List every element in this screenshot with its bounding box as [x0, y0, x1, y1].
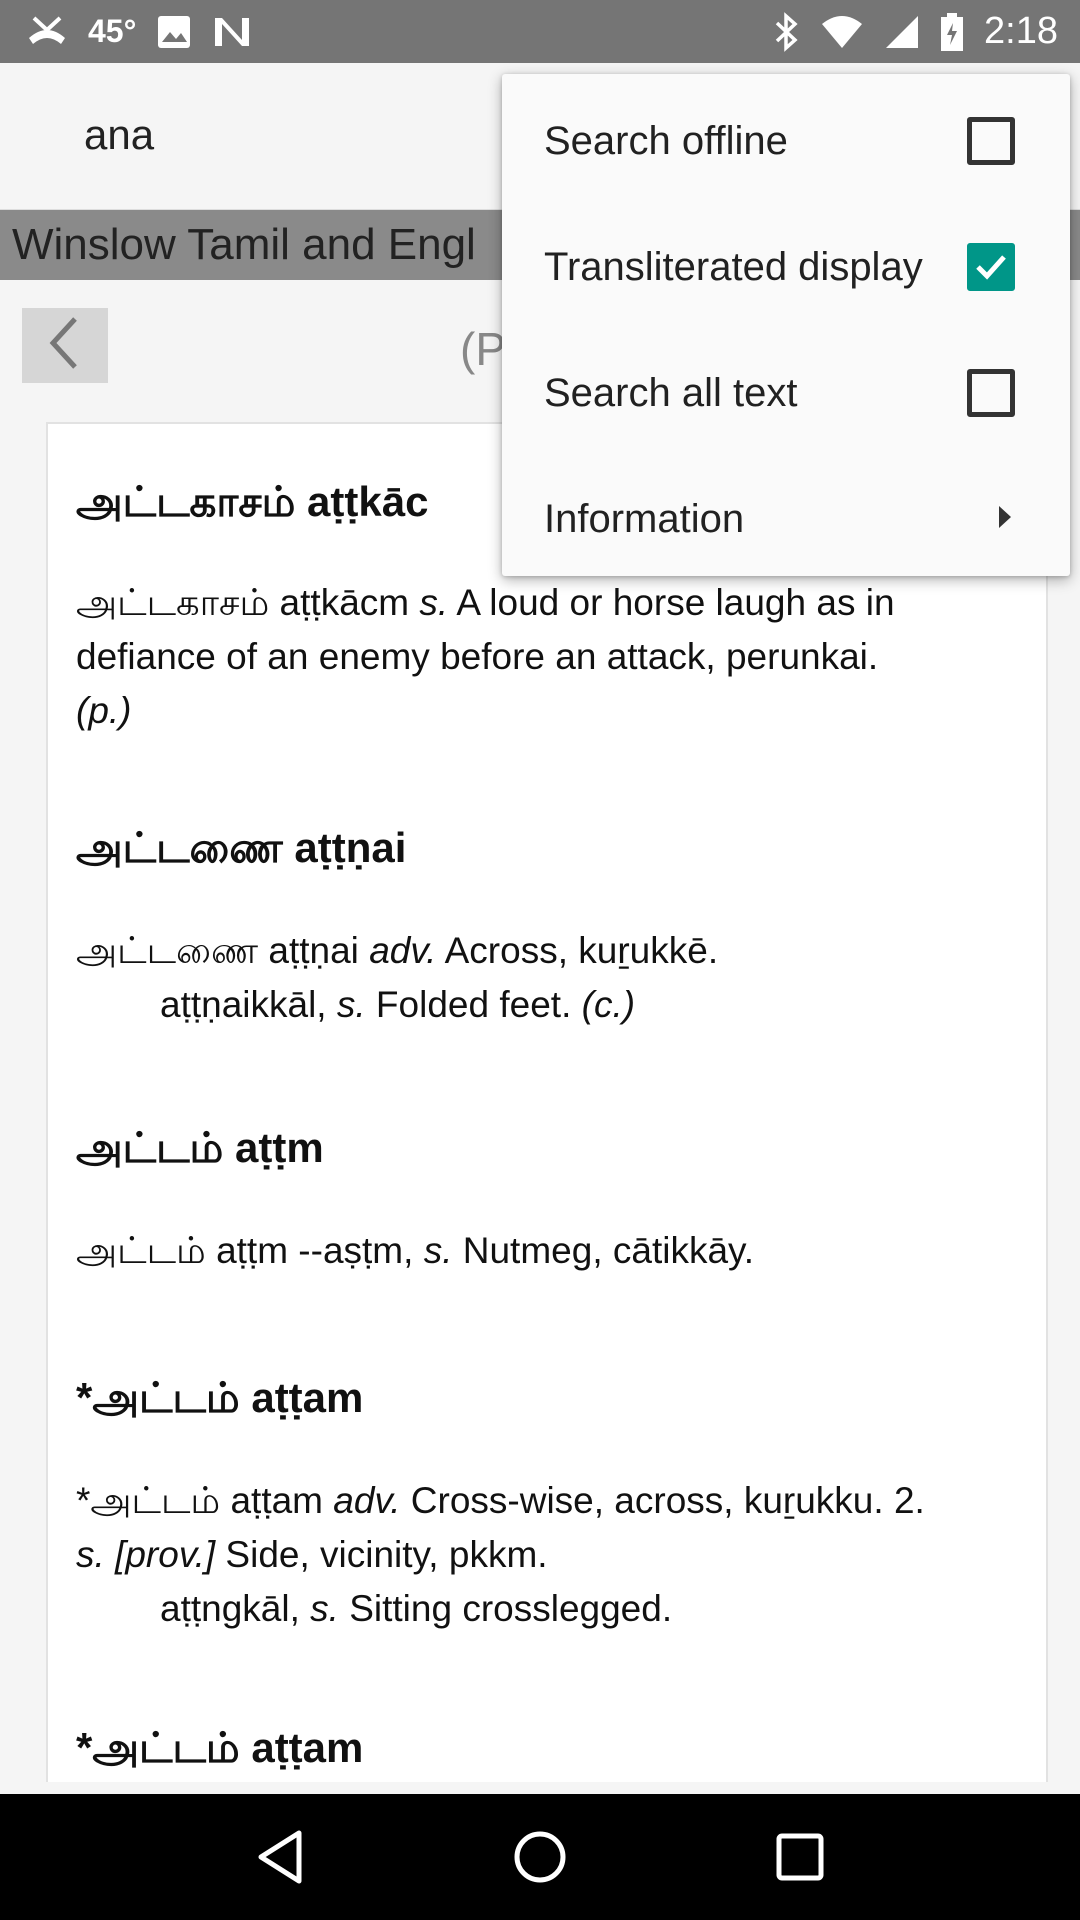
entry-2-body: அட்டணை aṭṭṇai adv. Across, kuṟukkē. aṭṭṇ… [76, 924, 1026, 1032]
entry-text: Folded feet. [365, 984, 582, 1025]
back-nav-button[interactable] [230, 1807, 330, 1907]
status-bar-right: 2:18 [774, 10, 1058, 53]
entry-text: Sitting crosslegged. [338, 1588, 673, 1629]
menu-item-search-all-text[interactable]: Search all text [502, 330, 1070, 456]
menu-item-label: Transliterated display [544, 244, 923, 289]
chevron-left-icon [45, 315, 85, 376]
entry-text: Side, vicinity, pkkm. [215, 1534, 548, 1575]
entry-text: adv. [369, 930, 437, 971]
entry-3: அட்டம் aṭṭm [76, 1124, 1026, 1178]
checkmark-icon [976, 255, 1006, 280]
menu-item-label: Search all text [544, 370, 798, 415]
entry-text: adv. [333, 1480, 401, 1521]
entry-2: அட்டணை aṭṭṇai [76, 824, 1026, 878]
search-offline-checkbox[interactable] [967, 117, 1015, 165]
signal-icon [884, 14, 920, 50]
menu-item-information[interactable]: Information [502, 456, 1070, 582]
overflow-menu: Search offline Transliterated display Se… [502, 74, 1070, 576]
entry-text: Cross-wise, across, kuṟukku. 2. [400, 1480, 925, 1521]
menu-item-search-offline[interactable]: Search offline [502, 78, 1070, 204]
menu-item-label: Information [544, 496, 745, 541]
bluetooth-icon [774, 11, 800, 52]
entry-text: அட்டகாசம் aṭṭkācm [76, 582, 420, 623]
menu-item-transliterated-display[interactable]: Transliterated display [502, 204, 1070, 330]
wifi-icon [820, 14, 864, 50]
status-bar-left: 45° [26, 13, 252, 50]
clock-text: 2:18 [984, 10, 1058, 52]
back-icon [258, 1830, 302, 1884]
definition-card: அட்டகாசம் aṭṭkāc அட்டகாசம் aṭṭkācm s. A … [46, 422, 1048, 1782]
entry-text: Nutmeg, cātikkāy. [452, 1230, 755, 1271]
entry-subentry: aṭṭṇaikkāl, s. Folded feet. (c.) [76, 978, 1026, 1032]
home-nav-button[interactable] [490, 1807, 590, 1907]
entry-text: aṭṭngkāl, [160, 1588, 311, 1629]
entry-4: *அட்டம் aṭṭam [76, 1374, 1026, 1428]
entry-subentry: aṭṭngkāl, s. Sitting crosslegged. [76, 1582, 1026, 1636]
entry-title: *அட்டம் aṭṭam [76, 1374, 364, 1421]
entry-title: *அட்டம் aṭṭam [76, 1724, 364, 1771]
entry-text: அட்டம் aṭṭm --aṣṭm, [76, 1230, 424, 1271]
search-query-text[interactable]: ana [84, 111, 154, 159]
missed-call-icon [26, 14, 68, 50]
entry-5: *அட்டம் aṭṭam [76, 1724, 1026, 1778]
entry-text: aṭṭṇaikkāl, [160, 984, 337, 1025]
entry-title: அட்டம் aṭṭm [76, 1124, 324, 1171]
entry-4-body: *அட்டம் aṭṭam adv. Cross-wise, across, k… [76, 1474, 1026, 1636]
n-app-icon [212, 14, 252, 50]
page-indicator: (P [460, 323, 506, 375]
entry-3-body: அட்டம் aṭṭm --aṣṭm, s. Nutmeg, cātikkāy. [76, 1224, 1026, 1278]
temperature-text: 45° [88, 13, 137, 49]
status-bar: 45° 2:18 [0, 0, 1080, 63]
entry-text: (p.) [76, 690, 132, 731]
entry-text: (c.) [581, 984, 636, 1025]
home-icon [514, 1831, 566, 1883]
entry-text: s. [310, 1588, 339, 1629]
recents-icon [776, 1833, 824, 1881]
entry-text: s. [419, 582, 449, 623]
entry-title: அட்டணை aṭṭṇai [76, 824, 407, 871]
entry-1-body: அட்டகாசம் aṭṭkācm s. A loud or horse lau… [76, 576, 1026, 738]
submenu-arrow-icon [995, 497, 1015, 542]
entry-text: s. [336, 984, 366, 1025]
entry-text: s. [423, 1230, 453, 1271]
system-navigation-bar [0, 1794, 1080, 1920]
entry-text: அட்டணை aṭṭṇai [76, 930, 370, 971]
search-all-text-checkbox[interactable] [967, 369, 1015, 417]
previous-page-button[interactable] [22, 308, 108, 383]
image-icon [156, 14, 192, 50]
menu-item-label: Search offline [544, 118, 788, 163]
entry-text: *அட்டம் aṭṭam [76, 1480, 334, 1521]
battery-icon [940, 12, 964, 52]
entry-text: Across, kuṟukkē. [436, 930, 719, 971]
transliterated-display-checkbox[interactable] [967, 243, 1015, 291]
entry-text: s. [prov.] [76, 1534, 216, 1575]
recents-nav-button[interactable] [750, 1807, 850, 1907]
